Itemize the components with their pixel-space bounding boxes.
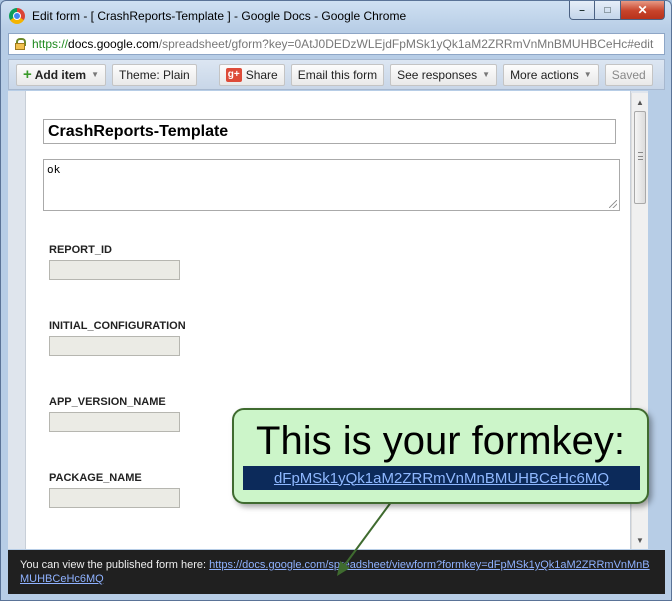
url-host: docs.google.com bbox=[68, 37, 159, 51]
scroll-up-icon[interactable]: ▲ bbox=[632, 94, 648, 110]
field-input[interactable] bbox=[49, 412, 180, 432]
browser-window: Edit form - [ CrashReports-Template ] - … bbox=[0, 0, 672, 601]
see-responses-label: See responses bbox=[397, 67, 478, 82]
scroll-thumb[interactable] bbox=[634, 111, 646, 204]
published-form-bar: You can view the published form here: ht… bbox=[8, 550, 665, 594]
more-actions-label: More actions bbox=[510, 67, 579, 82]
published-form-text: You can view the published form here: bbox=[20, 559, 210, 571]
url-scheme: https:// bbox=[32, 37, 69, 51]
share-label: Share bbox=[245, 67, 278, 82]
form-field: INITIAL_CONFIGURATION bbox=[49, 320, 186, 356]
address-bar[interactable]: https://docs.google.com/spreadsheet/gfor… bbox=[8, 33, 665, 55]
lock-icon[interactable] bbox=[14, 38, 26, 50]
field-input[interactable] bbox=[49, 488, 180, 508]
form-description-text: ok bbox=[47, 163, 61, 176]
add-item-label: Add item bbox=[34, 67, 87, 82]
window-title: Edit form - [ CrashReports-Template ] - … bbox=[32, 9, 407, 23]
title-bar[interactable]: Edit form - [ CrashReports-Template ] - … bbox=[1, 1, 671, 31]
resize-handle-icon[interactable] bbox=[609, 200, 617, 208]
email-form-button[interactable]: Email this form bbox=[290, 63, 385, 86]
maximize-button[interactable]: □ bbox=[595, 1, 621, 20]
field-label: APP_VERSION_NAME bbox=[49, 396, 166, 408]
add-item-button[interactable]: + Add item ▼ bbox=[16, 63, 107, 86]
field-label: INITIAL_CONFIGURATION bbox=[49, 320, 186, 332]
more-actions-button[interactable]: More actions ▼ bbox=[503, 63, 599, 86]
formkey-callout: This is your formkey: dFpMSk1yQk1aM2ZRRm… bbox=[232, 408, 649, 504]
scroll-down-icon[interactable]: ▼ bbox=[632, 532, 648, 548]
form-title-input[interactable]: CrashReports-Template bbox=[43, 119, 616, 144]
url-text[interactable]: https://docs.google.com/spreadsheet/gfor… bbox=[32, 37, 653, 51]
grip-icon bbox=[638, 152, 643, 160]
chrome-logo-icon bbox=[9, 8, 25, 24]
form-field: APP_VERSION_NAME bbox=[49, 396, 180, 432]
field-input[interactable] bbox=[49, 336, 180, 356]
formkey-value[interactable]: dFpMSk1yQk1aM2ZRRmVnMnBMUHBCeHc6MQ bbox=[243, 466, 640, 490]
minimize-button[interactable]: – bbox=[569, 1, 595, 20]
window-controls: – □ ✕ bbox=[569, 1, 665, 20]
form-field: REPORT_ID bbox=[49, 244, 180, 280]
form-field: PACKAGE_NAME bbox=[49, 472, 180, 508]
saved-button[interactable]: Saved bbox=[604, 63, 653, 86]
chevron-down-icon: ▼ bbox=[91, 70, 100, 79]
see-responses-button[interactable]: See responses ▼ bbox=[390, 63, 498, 86]
field-label: REPORT_ID bbox=[49, 244, 112, 256]
google-plus-icon: g+ bbox=[225, 67, 242, 82]
field-label: PACKAGE_NAME bbox=[49, 472, 142, 484]
toolbar: + Add item ▼ Theme: Plain g+ Share Email… bbox=[8, 59, 665, 90]
field-input[interactable] bbox=[49, 260, 180, 280]
callout-heading: This is your formkey: bbox=[256, 419, 625, 463]
plus-icon: + bbox=[23, 66, 32, 83]
url-path: /spreadsheet/gform?key=0AtJ0DEDzWLEjdFpM… bbox=[158, 37, 654, 51]
chevron-down-icon: ▼ bbox=[482, 70, 491, 79]
close-button[interactable]: ✕ bbox=[621, 1, 665, 20]
chevron-down-icon: ▼ bbox=[583, 70, 592, 79]
theme-button[interactable]: Theme: Plain bbox=[112, 63, 197, 86]
share-button[interactable]: g+ Share bbox=[218, 63, 285, 86]
form-description-input[interactable]: ok bbox=[43, 159, 620, 211]
